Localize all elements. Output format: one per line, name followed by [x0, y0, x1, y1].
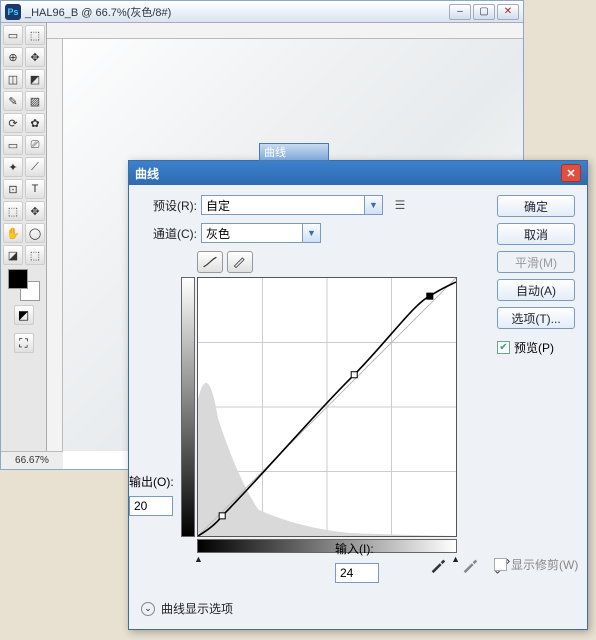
tool-21[interactable]: ⬚ — [25, 245, 45, 265]
curves-mini-title: 曲线 — [259, 143, 329, 161]
tool-19[interactable]: ◯ — [25, 223, 45, 243]
curve-pencil-tool[interactable] — [227, 251, 253, 273]
curve-graph[interactable] — [197, 277, 457, 537]
chevron-right-icon: ⌄ — [141, 602, 155, 616]
tool-20[interactable]: ◪ — [3, 245, 23, 265]
chevron-down-icon: ▼ — [364, 196, 382, 214]
show-clipping-row: 显示修剪(W) — [494, 556, 578, 573]
tool-9[interactable]: ✿ — [25, 113, 45, 133]
auto-button[interactable]: 自动(A) — [497, 279, 575, 301]
black-point-slider[interactable]: ▲ — [194, 554, 203, 564]
options-button[interactable]: 选项(T)... — [497, 307, 575, 329]
ok-button[interactable]: 确定 — [497, 195, 575, 217]
curve-editor: ▲ ▲ — [141, 251, 471, 553]
output-label: 输出(O): — [129, 473, 174, 490]
curves-close-button[interactable]: ✕ — [561, 164, 581, 182]
tool-8[interactable]: ⟳ — [3, 113, 23, 133]
window-controls: – ▢ ✕ — [449, 4, 519, 20]
cancel-button[interactable]: 取消 — [497, 223, 575, 245]
tool-2[interactable]: ⊕ — [3, 47, 23, 67]
preset-select[interactable]: 自定 ▼ — [201, 195, 383, 215]
preset-value: 自定 — [206, 197, 230, 214]
tool-4[interactable]: ◫ — [3, 69, 23, 89]
smooth-button: 平滑(M) — [497, 251, 575, 273]
curve-display-options-toggle[interactable]: ⌄ 曲线显示选项 — [141, 600, 233, 617]
output-input[interactable] — [129, 496, 173, 516]
foreground-color-swatch[interactable] — [8, 269, 28, 289]
close-button[interactable]: ✕ — [497, 4, 519, 20]
dialog-buttons: 确定 取消 平滑(M) 自动(A) 选项(T)... ✔ 预览(P) — [497, 195, 575, 356]
ruler-vertical — [47, 39, 63, 469]
tool-3[interactable]: ✥ — [25, 47, 45, 67]
preset-menu-button[interactable]: ☰ — [389, 196, 411, 214]
tool-1[interactable]: ⬚ — [25, 25, 45, 45]
quickmask-button[interactable]: ◩ — [14, 305, 34, 325]
output-gradient — [181, 277, 195, 537]
minimize-button[interactable]: – — [449, 4, 471, 20]
ps-app-icon: Ps — [5, 4, 21, 20]
preview-label: 预览(P) — [514, 339, 554, 356]
preset-label: 预设(R): — [141, 197, 201, 214]
color-swatches — [3, 269, 44, 301]
zoom-level[interactable]: 66.67% — [1, 451, 63, 469]
gray-eyedropper[interactable] — [459, 555, 481, 575]
black-eyedropper[interactable] — [427, 555, 449, 575]
document-title: _HAL96_B @ 66.7%(灰色/8#) — [25, 4, 449, 20]
curves-dialog: 曲线 曲线 ✕ 预设(R): 自定 ▼ ☰ 通道(C): 灰色 ▼ — [128, 160, 588, 630]
curve-point-tool[interactable] — [197, 251, 223, 273]
tool-14[interactable]: ⊡ — [3, 179, 23, 199]
toolbox: ▭⬚⊕✥◫◩✎▨⟳✿▭⎚✦⟋⊡T⬚✥✋◯◪⬚ ◩ ⛶ — [1, 23, 47, 469]
document-titlebar: Ps _HAL96_B @ 66.7%(灰色/8#) – ▢ ✕ — [1, 1, 523, 23]
show-clipping-label: 显示修剪(W) — [511, 556, 578, 573]
tool-18[interactable]: ✋ — [3, 223, 23, 243]
ruler-horizontal — [47, 23, 523, 39]
chevron-down-icon: ▼ — [302, 224, 320, 242]
tool-13[interactable]: ⟋ — [25, 157, 45, 177]
curves-title: 曲线 — [135, 165, 159, 182]
tool-5[interactable]: ◩ — [25, 69, 45, 89]
maximize-button[interactable]: ▢ — [473, 4, 495, 20]
tool-6[interactable]: ✎ — [3, 91, 23, 111]
input-gradient: ▲ ▲ — [197, 539, 457, 553]
tool-7[interactable]: ▨ — [25, 91, 45, 111]
input-label: 输入(I): — [335, 540, 374, 557]
channel-label: 通道(C): — [141, 225, 201, 242]
curves-titlebar[interactable]: 曲线 ✕ — [129, 161, 587, 185]
tool-17[interactable]: ✥ — [25, 201, 45, 221]
channel-value: 灰色 — [206, 225, 230, 242]
tool-12[interactable]: ✦ — [3, 157, 23, 177]
screenmode-button[interactable]: ⛶ — [14, 333, 34, 353]
tool-10[interactable]: ▭ — [3, 135, 23, 155]
tool-0[interactable]: ▭ — [3, 25, 23, 45]
input-input[interactable] — [335, 563, 379, 583]
tool-16[interactable]: ⬚ — [3, 201, 23, 221]
curve-display-options-label: 曲线显示选项 — [161, 600, 233, 617]
channel-select[interactable]: 灰色 ▼ — [201, 223, 321, 243]
preview-checkbox[interactable]: ✔ — [497, 341, 510, 354]
tool-11[interactable]: ⎚ — [25, 135, 45, 155]
tool-15[interactable]: T — [25, 179, 45, 199]
show-clipping-checkbox[interactable] — [494, 558, 507, 571]
